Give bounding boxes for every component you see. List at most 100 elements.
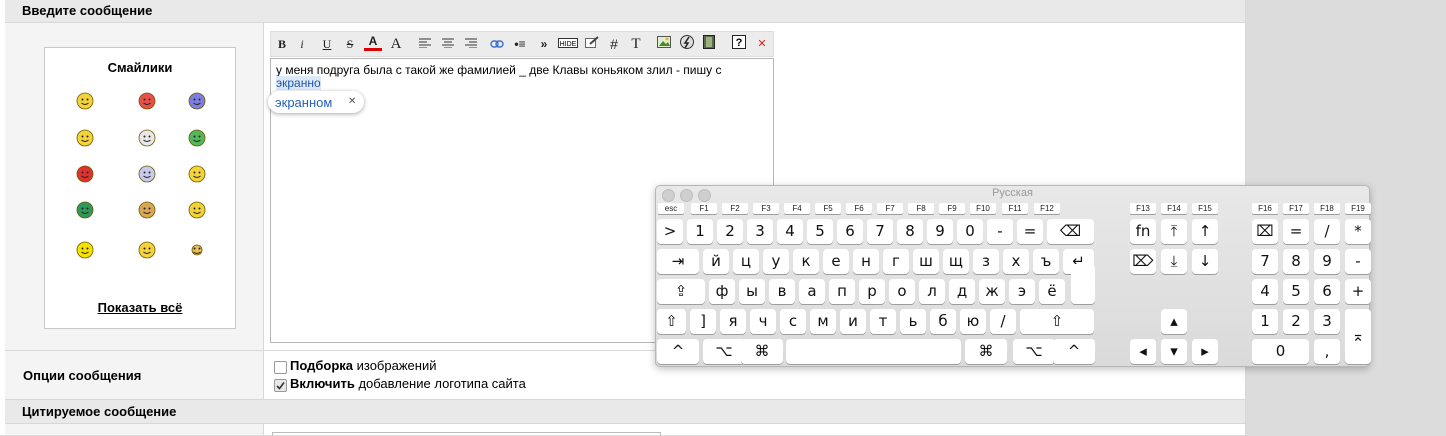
key-f2[interactable]: F2 <box>722 203 748 214</box>
key-nav-6[interactable]: ▴ <box>1161 309 1187 334</box>
clapping-smiley-icon[interactable] <box>135 198 159 222</box>
key-r2-3[interactable]: у <box>763 249 789 274</box>
blue-smiley-icon[interactable] <box>185 89 209 113</box>
key-num-12[interactable]: 1 <box>1252 309 1278 334</box>
key-r4-5[interactable]: м <box>810 309 836 334</box>
key-r3-5[interactable]: п <box>829 279 855 304</box>
star-smiley-icon[interactable] <box>185 238 209 262</box>
key-num-comma[interactable]: , <box>1314 339 1340 364</box>
key-r1-0[interactable]: > <box>657 219 683 244</box>
key-num-1[interactable]: = <box>1283 219 1309 244</box>
site-logo-checkbox[interactable] <box>274 379 287 392</box>
key-f19[interactable]: F19 <box>1345 203 1371 214</box>
key-r2-12[interactable]: ъ <box>1033 249 1059 274</box>
key-num-0[interactable]: ⌧ <box>1252 219 1278 244</box>
key-f12[interactable]: F12 <box>1034 203 1060 214</box>
crazy-smiley-icon[interactable] <box>185 162 209 186</box>
key-r3-8[interactable]: л <box>919 279 945 304</box>
hashtag-button[interactable]: # <box>605 35 623 53</box>
key-r2-5[interactable]: е <box>823 249 849 274</box>
key-r3-9[interactable]: д <box>949 279 975 304</box>
key-num-5[interactable]: 8 <box>1283 249 1309 274</box>
key-r5-2[interactable]: ⌘ <box>741 339 783 364</box>
align-right-button[interactable] <box>462 35 480 53</box>
key-r2-7[interactable]: г <box>883 249 909 274</box>
close-button[interactable]: ✕ <box>753 35 771 53</box>
key-nav-5[interactable]: ↓ <box>1192 249 1218 274</box>
key-r5-4[interactable]: ⌘ <box>965 339 1007 364</box>
key-nav-2[interactable]: ↑ <box>1192 219 1218 244</box>
align-center-button[interactable] <box>439 35 457 53</box>
list-button[interactable]: •≡ <box>511 35 529 53</box>
key-r1-3[interactable]: 3 <box>747 219 773 244</box>
key-r4-2[interactable]: я <box>720 309 746 334</box>
suggestion-text[interactable]: экранном <box>275 95 332 110</box>
key-r2-1[interactable]: й <box>703 249 729 274</box>
key-nav-1[interactable]: ⤒ <box>1161 219 1187 244</box>
key-r3-3[interactable]: в <box>769 279 795 304</box>
key-r2-4[interactable]: к <box>793 249 819 274</box>
love-smiley-icon[interactable] <box>135 89 159 113</box>
font-size-button[interactable]: A <box>387 35 405 53</box>
key-r1-8[interactable]: 8 <box>897 219 923 244</box>
key-f5[interactable]: F5 <box>815 203 841 214</box>
key-r3-1[interactable]: ф <box>709 279 735 304</box>
laughing-smiley-icon[interactable] <box>135 238 159 262</box>
key-num-4[interactable]: 7 <box>1252 249 1278 274</box>
key-r2-10[interactable]: з <box>973 249 999 274</box>
key-r3-4[interactable]: а <box>799 279 825 304</box>
link-button[interactable] <box>488 35 506 53</box>
help-button[interactable]: ? <box>730 35 748 53</box>
key-nav-7[interactable]: ◂ <box>1130 339 1156 364</box>
key-r1-9[interactable]: 9 <box>927 219 953 244</box>
key-r5-0[interactable]: ^ <box>657 339 699 364</box>
key-f6[interactable]: F6 <box>846 203 872 214</box>
autocorrect-suggestion[interactable]: экранном ✕ <box>268 91 364 113</box>
key-r3-7[interactable]: о <box>889 279 915 304</box>
key-num-9[interactable]: 5 <box>1283 279 1309 304</box>
key-r4-12[interactable]: ⇧ <box>1020 309 1094 334</box>
key-r3-2[interactable]: ы <box>739 279 765 304</box>
key-f3[interactable]: F3 <box>753 203 779 214</box>
key-nav-3[interactable]: ⌦ <box>1130 249 1156 274</box>
key-r4-10[interactable]: ю <box>960 309 986 334</box>
key-r5-6[interactable]: ^ <box>1053 339 1095 364</box>
key-r5-5[interactable]: ⌥ <box>1013 339 1055 364</box>
key-num-8[interactable]: 4 <box>1252 279 1278 304</box>
key-r4-7[interactable]: т <box>870 309 896 334</box>
image-button[interactable] <box>655 35 673 53</box>
key-nav-4[interactable]: ⤓ <box>1161 249 1187 274</box>
key-f10[interactable]: F10 <box>970 203 996 214</box>
kiss-smiley-icon[interactable] <box>135 126 159 150</box>
key-r3-10[interactable]: ж <box>979 279 1005 304</box>
key-f13[interactable]: F13 <box>1130 203 1156 214</box>
key-r4-8[interactable]: ь <box>900 309 926 334</box>
key-f8[interactable]: F8 <box>908 203 934 214</box>
key-f14[interactable]: F14 <box>1161 203 1187 214</box>
key-r3-11[interactable]: э <box>1009 279 1035 304</box>
key-num-11[interactable]: + <box>1345 279 1371 304</box>
text-color-button[interactable]: A <box>364 35 382 51</box>
key-f15[interactable]: F15 <box>1192 203 1218 214</box>
key-num-6[interactable]: 9 <box>1314 249 1340 274</box>
typeface-button[interactable]: T <box>627 35 645 53</box>
key-r1-11[interactable]: - <box>987 219 1013 244</box>
key-r1-13[interactable]: ⌫ <box>1047 219 1094 244</box>
option-site-logo[interactable]: Включить добавление логотипа сайта <box>272 376 772 394</box>
close-icon[interactable]: ✕ <box>348 96 356 107</box>
key-r1-12[interactable]: = <box>1017 219 1043 244</box>
key-f18[interactable]: F18 <box>1314 203 1340 214</box>
key-f17[interactable]: F17 <box>1283 203 1309 214</box>
thinking-smiley-icon[interactable] <box>73 126 97 150</box>
edit-button[interactable] <box>583 35 601 53</box>
cool-smiley-icon[interactable] <box>73 89 97 113</box>
key-r1-1[interactable]: 1 <box>687 219 713 244</box>
key-r2-2[interactable]: ц <box>733 249 759 274</box>
key-f9[interactable]: F9 <box>939 203 965 214</box>
cheerleader-smiley-icon[interactable] <box>185 198 209 222</box>
align-left-button[interactable] <box>416 35 434 53</box>
key-esc[interactable]: esc <box>658 203 684 214</box>
key-r1-10[interactable]: 0 <box>957 219 983 244</box>
more-button[interactable]: » <box>535 35 553 53</box>
key-r4-1[interactable]: ] <box>690 309 716 334</box>
